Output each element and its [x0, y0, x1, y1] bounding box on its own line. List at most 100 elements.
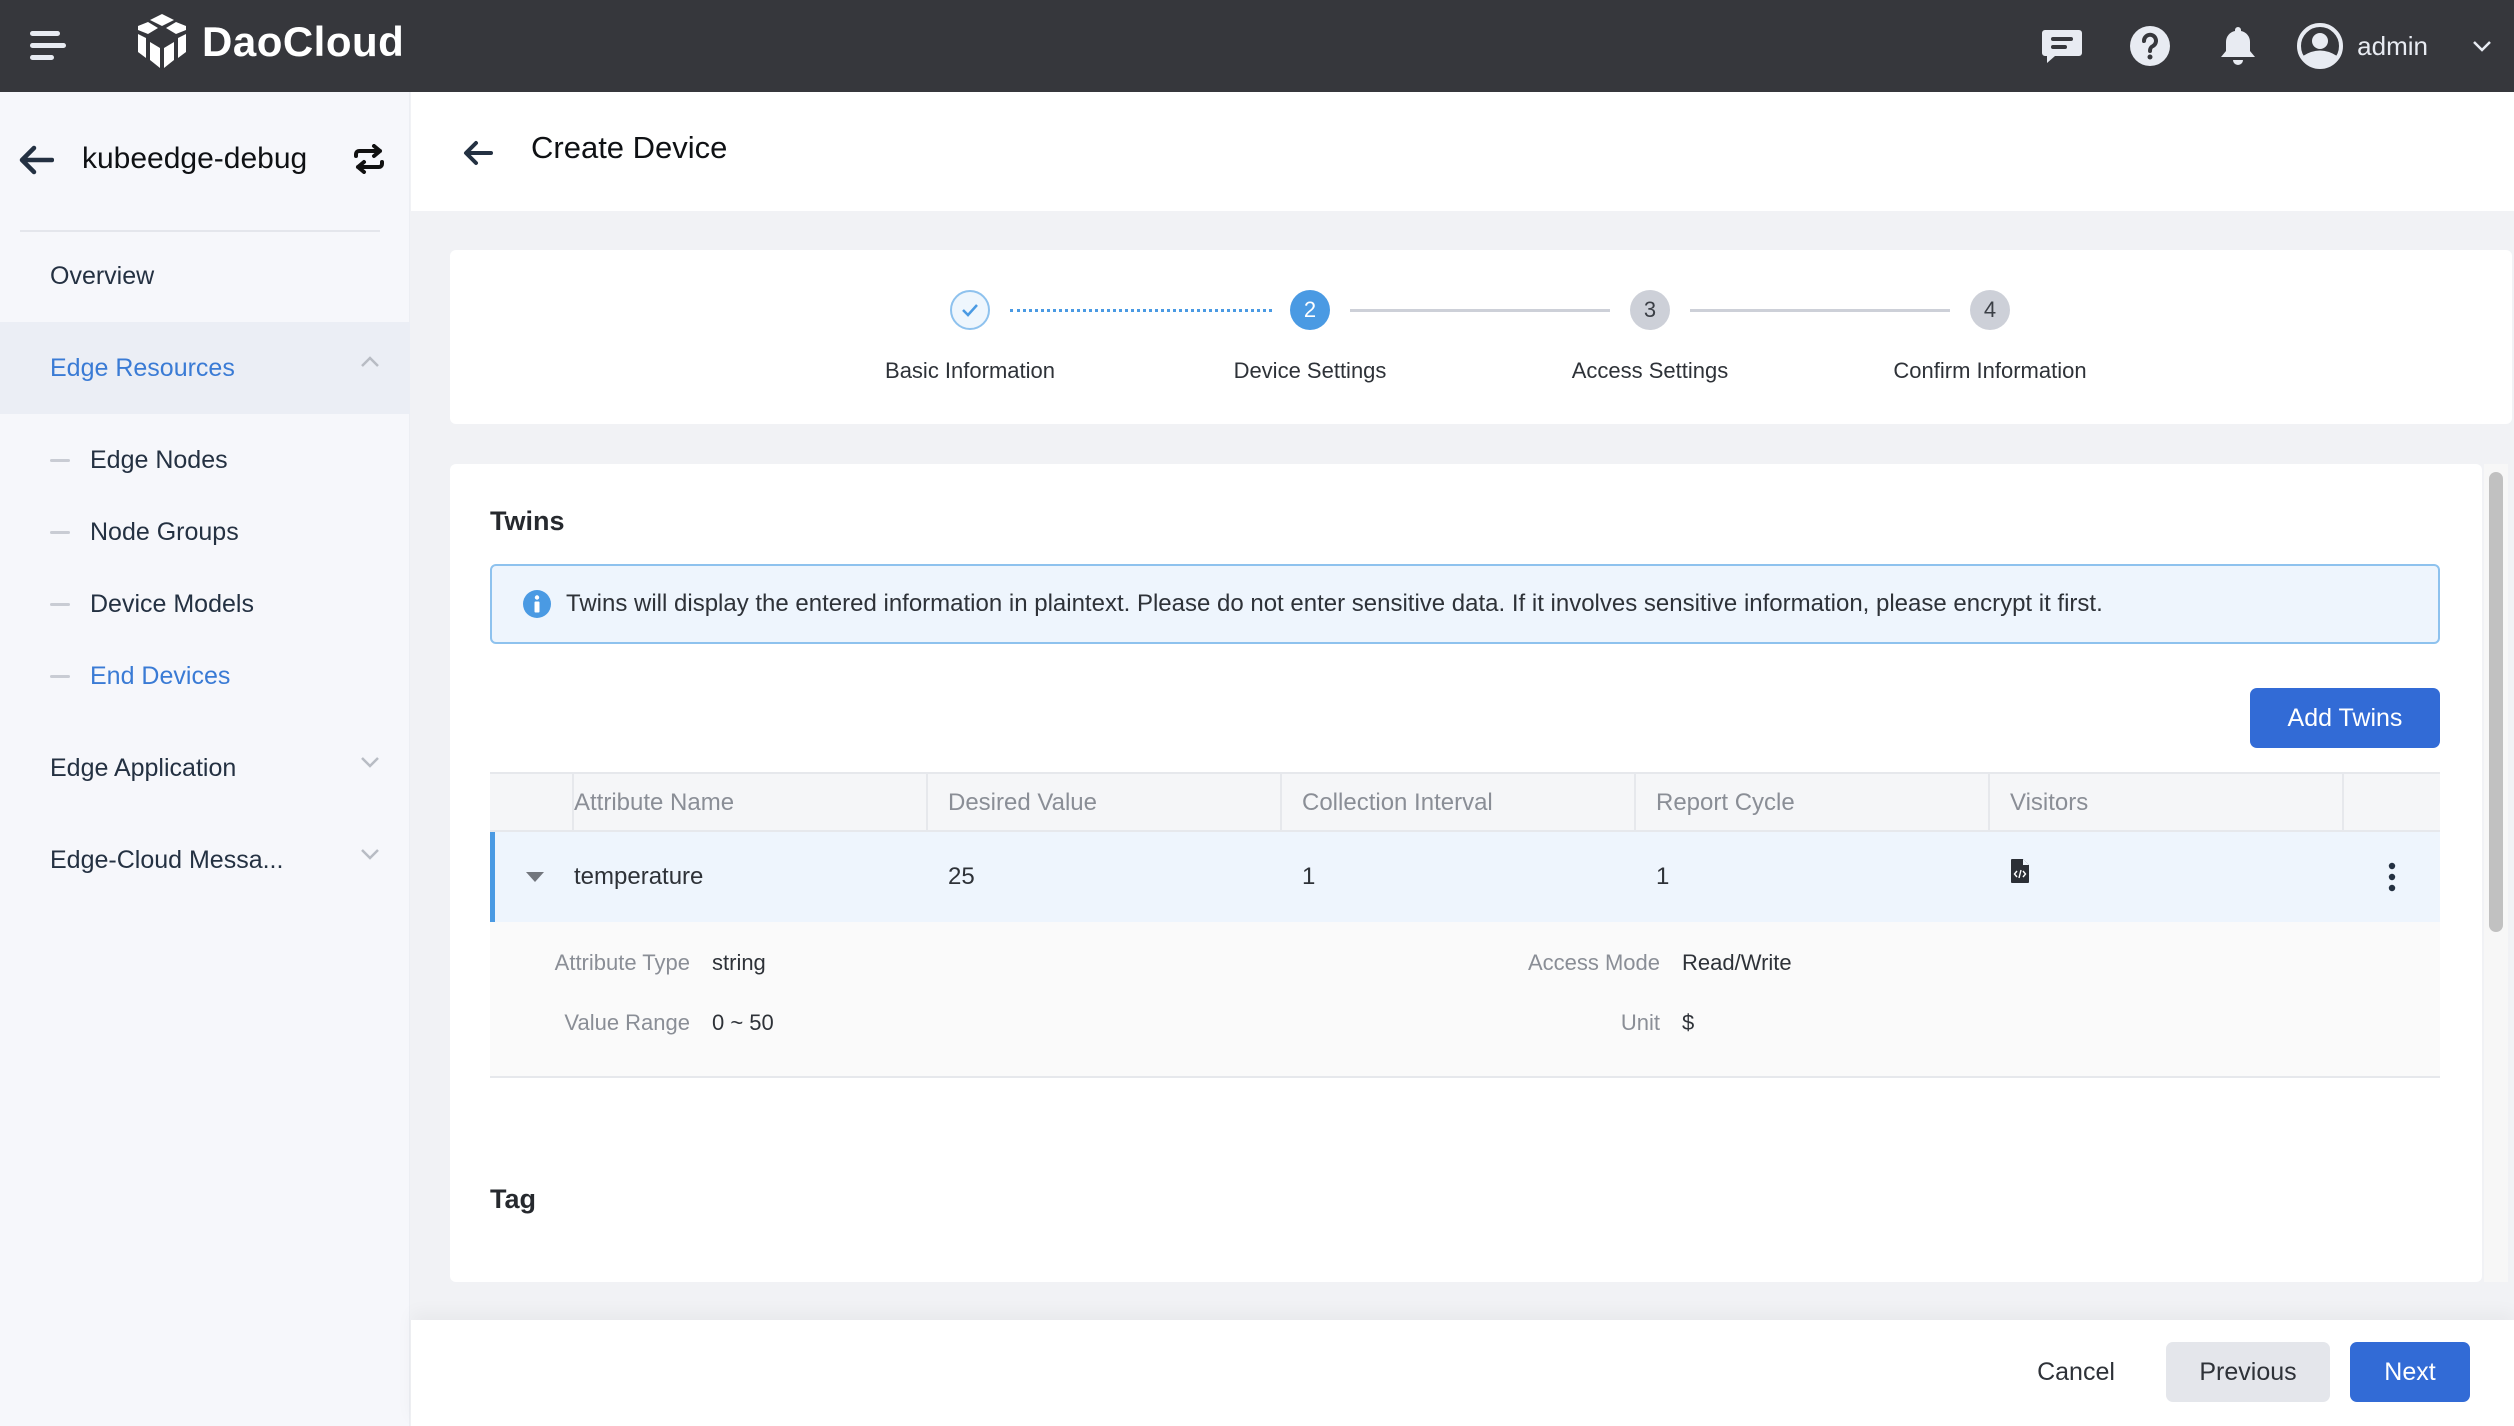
chevron-up-icon [361, 356, 379, 367]
device-settings-form: Twins Twins will display the entered inf… [450, 464, 2482, 1282]
tag-section-title: Tag [490, 1184, 536, 1214]
detail-label: Value Range [564, 1010, 690, 1035]
table-header: Attribute Name Desired Value Collection … [490, 772, 2440, 832]
detail-value: string [712, 950, 766, 975]
steps-card: Basic Information 2 Device Settings 3 Ac… [450, 250, 2512, 424]
twins-section-title: Twins [490, 506, 565, 536]
column-header: Attribute Name [574, 774, 928, 832]
alert-text: Twins will display the entered informati… [566, 590, 2103, 617]
add-twins-button[interactable]: Add Twins [2250, 688, 2440, 748]
step-label: Basic Information [885, 358, 1055, 383]
code-file-icon[interactable] [2010, 858, 2030, 884]
sidebar-item-edge-resources[interactable]: Edge Resources [0, 322, 410, 414]
sidebar-item-label: Node Groups [90, 517, 239, 546]
menu-icon[interactable] [28, 26, 68, 66]
sidebar-item-node-groups[interactable]: Node Groups [0, 502, 410, 562]
sidebar-item-label: Overview [50, 261, 155, 290]
column-header: Report Cycle [1636, 774, 1990, 832]
visitors-cell [1990, 859, 2344, 891]
detail-label: Unit [1620, 1010, 1660, 1035]
top-bar: DaoCloud admin [0, 0, 2514, 92]
sidebar-item-label: Edge Nodes [90, 445, 228, 474]
attribute-name: temperature [574, 863, 704, 890]
workspace-header: kubeedge-debug [0, 92, 410, 230]
column-header: Visitors [1990, 774, 2344, 832]
step-label: Access Settings [1571, 358, 1729, 383]
user-menu[interactable]: admin [2297, 23, 2514, 69]
collection-interval: 1 [1302, 863, 1316, 890]
sidebar: kubeedge-debug Overview Edge Resources E… [0, 92, 410, 1426]
detail-value: Read/Write [1682, 950, 1792, 975]
expand-column-header [490, 774, 574, 832]
detail-value: 0 ~ 50 [712, 1010, 774, 1035]
dash-icon [50, 458, 70, 462]
detail-unit: Unit $ [1460, 1010, 1694, 1036]
workspace-name: kubeedge-debug [82, 142, 308, 175]
dash-icon [50, 530, 70, 534]
step-basic-information[interactable]: Basic Information [800, 290, 1140, 384]
footer-actions: Cancel Previous Next [411, 1320, 2514, 1426]
dash-icon [50, 602, 70, 606]
sidebar-item-label: Edge-Cloud Messa... [50, 845, 284, 874]
detail-value: $ [1682, 1010, 1695, 1035]
notification-bell-icon[interactable] [2215, 23, 2261, 69]
step-label: Device Settings [1233, 358, 1387, 383]
table-row[interactable]: temperature 25 1 1 [490, 832, 2440, 922]
column-header: Collection Interval [1282, 774, 1636, 832]
sidebar-item-edge-cloud-messaging[interactable]: Edge-Cloud Messa... [0, 814, 410, 906]
step-number: 3 [1630, 290, 1670, 330]
info-alert: Twins will display the entered informati… [490, 564, 2440, 644]
column-header: Desired Value [928, 774, 1282, 832]
sidebar-item-device-models[interactable]: Device Models [0, 574, 410, 634]
daocloud-logo-icon [138, 14, 186, 68]
logo[interactable]: DaoCloud [134, 12, 404, 72]
report-cycle: 1 [1656, 863, 1670, 890]
actions-column-header [2344, 774, 2440, 832]
user-name: admin [2357, 30, 2428, 61]
desired-value: 25 [948, 863, 975, 890]
sidebar-item-label: Edge Application [50, 753, 237, 782]
previous-button[interactable]: Previous [2166, 1342, 2330, 1402]
check-icon [950, 290, 990, 330]
sidebar-item-end-devices[interactable]: End Devices [0, 646, 410, 706]
back-arrow-icon[interactable] [18, 144, 54, 176]
step-number: 4 [1970, 290, 2010, 330]
sidebar-item-label: Edge Resources [50, 353, 235, 382]
step-number: 2 [1290, 290, 1330, 330]
scrollbar[interactable] [2484, 464, 2508, 1282]
chevron-down-icon [361, 849, 379, 860]
collapse-caret-icon[interactable] [495, 871, 574, 883]
sidebar-item-label: End Devices [90, 661, 231, 690]
chevron-down-icon [361, 757, 379, 768]
info-icon [523, 590, 551, 618]
row-detail: Attribute Type string Value Range 0 ~ 50… [490, 922, 2440, 1078]
sidebar-item-label: Device Models [90, 589, 254, 618]
sidebar-item-overview[interactable]: Overview [0, 230, 410, 322]
detail-label: Attribute Type [554, 950, 690, 975]
step-access-settings[interactable]: 3 Access Settings [1480, 290, 1820, 384]
back-arrow-icon[interactable] [463, 140, 493, 166]
detail-attribute-type: Attribute Type string [490, 950, 766, 976]
next-button[interactable]: Next [2350, 1342, 2470, 1402]
sidebar-item-edge-application[interactable]: Edge Application [0, 722, 410, 814]
step-label: Confirm Information [1893, 358, 2087, 383]
switch-workspace-icon[interactable] [352, 144, 386, 174]
step-confirm-information[interactable]: 4 Confirm Information [1820, 290, 2160, 384]
sidebar-item-edge-nodes[interactable]: Edge Nodes [0, 430, 410, 490]
step-device-settings[interactable]: 2 Device Settings [1140, 290, 1480, 384]
user-avatar-icon [2297, 23, 2344, 69]
page-header: Create Device [411, 92, 2514, 211]
dash-icon [50, 674, 70, 678]
detail-label: Access Mode [1527, 950, 1660, 975]
more-actions-icon[interactable] [2344, 862, 2440, 892]
detail-value-range: Value Range 0 ~ 50 [490, 1010, 774, 1036]
message-icon[interactable] [2039, 23, 2085, 69]
scrollbar-thumb[interactable] [2489, 472, 2503, 932]
cancel-button[interactable]: Cancel [2011, 1342, 2141, 1402]
detail-access-mode: Access Mode Read/Write [1460, 950, 1792, 976]
brand-name: DaoCloud [202, 18, 405, 65]
help-icon[interactable] [2127, 23, 2173, 69]
twins-table: Attribute Name Desired Value Collection … [490, 772, 2440, 1078]
page-title: Create Device [531, 130, 728, 165]
chevron-down-icon [2473, 41, 2491, 52]
